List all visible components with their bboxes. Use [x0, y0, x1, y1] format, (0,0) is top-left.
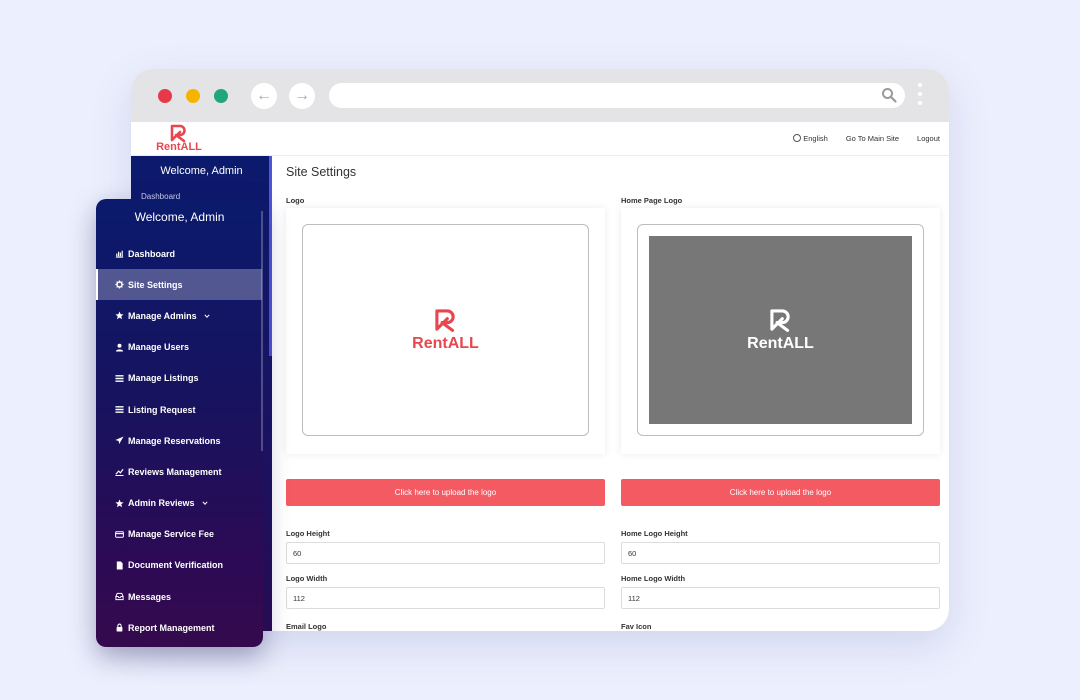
logo-preview-card: RentALL	[286, 208, 605, 454]
sidebar-item-listing-request[interactable]: Listing Request	[96, 394, 263, 425]
home-logo-settings-column: Home Page Logo RentALL Click here to upl…	[621, 196, 940, 609]
sidebar-welcome: Welcome, Admin	[134, 210, 225, 224]
browser-menu-icon[interactable]	[917, 83, 923, 109]
sidebar-scrollbar[interactable]	[261, 211, 263, 451]
sidebar-item-label: Manage Admins	[128, 310, 197, 321]
rentall-logo-icon	[769, 309, 790, 332]
maximize-window-button[interactable]	[214, 89, 228, 103]
home-logo-background: RentALL	[649, 236, 912, 424]
home-logo-preview: RentALL	[649, 307, 912, 353]
sidebar-item-manage-reservations[interactable]: Manage Reservations	[96, 425, 263, 456]
back-button[interactable]: ←	[251, 83, 277, 109]
home-logo-height-label: Home Logo Height	[621, 529, 688, 538]
main-content: Site Settings Logo RentALL Click here to…	[272, 156, 949, 631]
logo-settings-column: Logo RentALL Click here to upload the lo…	[286, 196, 605, 609]
logo-preview-frame: RentALL	[302, 224, 589, 436]
list-icon	[115, 374, 124, 382]
sidebar-item-document-verification[interactable]: Document Verification	[96, 550, 263, 581]
plane-icon	[115, 436, 124, 445]
logo-height-group: Logo Height	[286, 529, 605, 564]
sidebar-item-manage-users[interactable]: Manage Users	[96, 332, 263, 363]
sidebar-item-label: Manage Reservations	[128, 435, 221, 446]
gear-icon	[115, 280, 124, 289]
home-logo-height-input[interactable]	[621, 542, 940, 564]
home-logo-width-group: Home Logo Width	[621, 574, 940, 609]
sidebar-item-label: Site Settings	[128, 279, 183, 290]
list-icon	[115, 406, 124, 413]
email-logo-label: Email Logo	[286, 622, 327, 631]
home-logo-height-group: Home Logo Height	[621, 529, 940, 564]
header-nav: English Go To Main Site Logout	[793, 134, 940, 143]
language-selector[interactable]: English	[793, 134, 828, 143]
sidebar-item-site-settings[interactable]: Site Settings	[96, 269, 262, 301]
search-icon[interactable]	[881, 87, 897, 103]
language-label: English	[803, 134, 828, 143]
globe-icon	[793, 134, 802, 142]
logo-width-group: Logo Width	[286, 574, 605, 609]
upload-home-logo-button[interactable]: Click here to upload the logo	[621, 479, 940, 506]
logo-preview: RentALL	[303, 307, 588, 353]
bar-chart-icon	[115, 250, 124, 258]
chevron-down-icon[interactable]	[201, 500, 208, 506]
star-icon	[115, 499, 124, 507]
sidebar-item-dashboard[interactable]: Dashboard	[96, 238, 263, 269]
brand-logo[interactable]: RentALL	[155, 124, 203, 153]
line-chart-icon	[115, 469, 124, 477]
logo-preview-text: RentALL	[412, 335, 479, 352]
admin-sidebar: Welcome, Admin Dashboard Site Settings M…	[96, 199, 263, 647]
logo-height-input[interactable]	[286, 542, 605, 564]
browser-toolbar: ← →	[131, 69, 949, 122]
logo-width-label: Logo Width	[286, 574, 328, 583]
sidebar-item-admin-reviews[interactable]: Admin Reviews	[96, 488, 263, 519]
minimize-window-button[interactable]	[186, 89, 200, 103]
close-window-button[interactable]	[158, 89, 172, 103]
sidebar-item-manage-service-fee[interactable]: Manage Service Fee	[96, 519, 263, 550]
page-title: Site Settings	[286, 165, 357, 179]
sidebar-item-label: Manage Listings	[128, 373, 199, 384]
sidebar-item-label: Dashboard	[128, 248, 176, 259]
sidebar-item-label: Messages	[128, 591, 172, 602]
brand-name: RentALL	[156, 141, 202, 153]
sidebar-item-manage-admins[interactable]: Manage Admins	[96, 300, 263, 331]
home-logo-preview-frame: RentALL	[637, 224, 924, 436]
sidebar-item-label: Manage Users	[128, 342, 190, 353]
go-to-main-site-link[interactable]: Go To Main Site	[846, 134, 899, 143]
sidebar-item-label: Reviews Management	[128, 466, 222, 477]
home-logo-width-input[interactable]	[621, 587, 940, 609]
sidebar-item-label: Report Management	[128, 622, 215, 633]
lock-icon	[116, 623, 123, 632]
logo-label: Logo	[286, 196, 305, 205]
logo-height-label: Logo Height	[286, 529, 330, 538]
sidebar-item-report-management[interactable]: Report Management	[96, 612, 263, 643]
sidebar-item-label: Manage Service Fee	[128, 529, 215, 540]
home-logo-preview-text: RentALL	[747, 335, 814, 352]
sidebar-item-label: Document Verification	[128, 560, 224, 571]
chevron-down-icon[interactable]	[204, 313, 210, 319]
forward-button[interactable]: →	[289, 83, 315, 109]
fav-icon-label: Fav Icon	[621, 622, 652, 631]
sidebar-item-manage-listings[interactable]: Manage Listings	[96, 363, 263, 394]
credit-card-icon	[115, 531, 124, 538]
background-sidebar-welcome: Welcome, Admin	[160, 165, 243, 177]
logout-link[interactable]: Logout	[917, 134, 940, 143]
rentall-logo-icon	[170, 124, 186, 142]
sidebar-item-messages[interactable]: Messages	[96, 581, 263, 612]
logo-width-input[interactable]	[286, 587, 605, 609]
rentall-logo-icon	[434, 309, 455, 332]
inbox-icon	[115, 593, 124, 601]
sidebar-item-label: Admin Reviews	[128, 498, 195, 509]
address-bar[interactable]	[329, 83, 905, 108]
file-icon	[116, 561, 123, 570]
home-logo-preview-card: RentALL	[621, 208, 940, 454]
sidebar-nav: Dashboard Site Settings Manage Admins Ma…	[96, 238, 263, 643]
home-logo-width-label: Home Logo Width	[621, 574, 686, 583]
home-page-logo-label: Home Page Logo	[621, 196, 683, 205]
star-icon	[115, 312, 124, 320]
site-header: RentALL English Go To Main Site Logout	[131, 122, 949, 156]
sidebar-item-reviews-management[interactable]: Reviews Management	[96, 456, 263, 487]
sidebar-item-label: Listing Request	[128, 404, 196, 415]
upload-logo-button[interactable]: Click here to upload the logo	[286, 479, 605, 506]
user-icon	[115, 343, 124, 352]
